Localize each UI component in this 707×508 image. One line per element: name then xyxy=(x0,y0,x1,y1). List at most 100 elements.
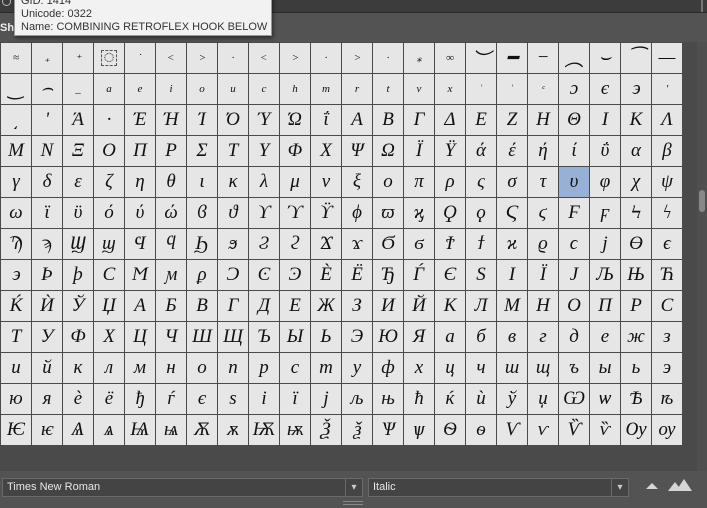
glyph-cell[interactable]: ∞ xyxy=(435,43,465,73)
glyph-cell[interactable]: р xyxy=(249,353,279,383)
glyph-cell[interactable]: м xyxy=(125,353,155,383)
glyph-cell[interactable]: ˙ xyxy=(125,43,155,73)
glyph-cell[interactable]: И xyxy=(373,291,403,321)
glyph-cell[interactable]: ь xyxy=(621,353,651,383)
glyph-cell[interactable]: θ xyxy=(156,167,186,197)
glyph-cell[interactable]: т xyxy=(311,353,341,383)
glyph-cell[interactable]: ѕ xyxy=(218,384,248,414)
glyph-cell[interactable]: ѥ xyxy=(32,415,62,445)
glyph-cell[interactable]: ѭ xyxy=(280,415,310,445)
glyph-cell[interactable]: Ѵ xyxy=(497,415,527,445)
glyph-cell[interactable]: Ζ xyxy=(497,105,527,135)
glyph-cell[interactable]: ˃ xyxy=(280,43,310,73)
glyph-cell[interactable]: Ϸ xyxy=(32,260,62,290)
glyph-cell[interactable]: Ђ xyxy=(373,260,403,290)
glyph-cell[interactable]: Н xyxy=(528,291,558,321)
glyph-cell[interactable]: ϲ xyxy=(559,229,589,259)
glyph-cell[interactable]: в xyxy=(497,322,527,352)
glyph-cell[interactable]: Ю xyxy=(373,322,403,352)
glyph-cell[interactable]: Ы xyxy=(280,322,310,352)
glyph-cell[interactable]: ϑ xyxy=(218,198,248,228)
glyph-cell[interactable]: ˂ xyxy=(249,43,279,73)
glyph-cell[interactable]: Λ xyxy=(652,105,682,135)
glyph-cell[interactable]: л xyxy=(94,353,124,383)
glyph-cell[interactable]: ъ xyxy=(559,353,589,383)
glyph-cell[interactable]: Ͼ xyxy=(249,260,279,290)
glyph-cell[interactable]: ѧ xyxy=(94,415,124,445)
glyph-cell[interactable]: ϭ xyxy=(404,229,434,259)
glyph-cell[interactable]: Ў xyxy=(63,291,93,321)
glyph-cell[interactable]: Ѹ xyxy=(621,415,651,445)
glyph-cell[interactable]: г xyxy=(528,322,558,352)
glyph-cell[interactable]: ˃ xyxy=(187,43,217,73)
glyph-cell[interactable]: Щ xyxy=(218,322,248,352)
glyph-cell[interactable]: Р xyxy=(621,291,651,321)
glyph-cell[interactable]: ϥ xyxy=(156,229,186,259)
glyph-cell[interactable]: − xyxy=(528,43,558,73)
glyph-cell[interactable]: · xyxy=(94,105,124,135)
glyph-cell[interactable]: и xyxy=(1,353,31,383)
glyph-cell[interactable]: О xyxy=(559,291,589,321)
glyph-cell[interactable]: Ͻ xyxy=(218,260,248,290)
glyph-cell[interactable]: Ї xyxy=(528,260,558,290)
glyph-cell[interactable]: Ϊ xyxy=(404,136,434,166)
glyph-cell[interactable]: Ц xyxy=(125,322,155,352)
glyph-cell[interactable]: ϓ xyxy=(280,198,310,228)
glyph-cell[interactable]: Μ xyxy=(1,136,31,166)
font-style-select[interactable]: Italic ▾ xyxy=(368,478,629,497)
glyph-cell[interactable]: Ί xyxy=(187,105,217,135)
glyph-cell[interactable]: χ xyxy=(621,167,651,197)
glyph-cell[interactable]: Џ xyxy=(94,291,124,321)
glyph-cell[interactable]: v xyxy=(404,74,434,104)
glyph-cell[interactable]: Ύ xyxy=(249,105,279,135)
glyph-cell[interactable]: Ѫ xyxy=(187,415,217,445)
glyph-cell[interactable]: Ι xyxy=(590,105,620,135)
glyph-cell[interactable]: щ xyxy=(528,353,558,383)
glyph-cell[interactable]: u xyxy=(218,74,248,104)
glyph-cell[interactable]: Ν xyxy=(32,136,62,166)
glyph-cell[interactable]: і xyxy=(249,384,279,414)
glyph-cell[interactable]: ϵ xyxy=(652,229,682,259)
glyph-cell[interactable]: Ш xyxy=(187,322,217,352)
glyph-cell[interactable]: Ϧ xyxy=(187,229,217,259)
glyph-cell[interactable]: a xyxy=(94,74,124,104)
glyph-cell[interactable]: κ xyxy=(218,167,248,197)
glyph-cell[interactable]: П xyxy=(590,291,620,321)
glyph-cell[interactable]: Χ xyxy=(311,136,341,166)
glyph-cell[interactable]: ϝ xyxy=(590,198,620,228)
glyph-cell[interactable]: ⁎ xyxy=(404,43,434,73)
glyph-cell[interactable]: Л xyxy=(466,291,496,321)
glyph-cell[interactable]: Ϝ xyxy=(559,198,589,228)
glyph-cell[interactable]: t xyxy=(373,74,403,104)
glyph-cell[interactable]: К xyxy=(435,291,465,321)
glyph-cell[interactable]: Σ xyxy=(187,136,217,166)
glyph-cell[interactable]: Ο xyxy=(94,136,124,166)
glyph-cell[interactable]: ј xyxy=(311,384,341,414)
glyph-cell[interactable]: Ѥ xyxy=(1,415,31,445)
glyph-cell[interactable]: Ѱ xyxy=(373,415,403,445)
glyph-cell[interactable]: Ќ xyxy=(1,291,31,321)
glyph-cell[interactable]: Ѷ xyxy=(559,415,589,445)
glyph-cell[interactable]: ѵ xyxy=(528,415,558,445)
glyph-cell[interactable]: ʾ xyxy=(466,74,496,104)
glyph-cell[interactable]: Α xyxy=(342,105,372,135)
glyph-cell[interactable]: Ж xyxy=(311,291,341,321)
glyph-cell[interactable]: ϧ xyxy=(218,229,248,259)
glyph-cell[interactable]: ϶ xyxy=(621,74,651,104)
glyph-cell[interactable]: ы xyxy=(590,353,620,383)
glyph-cell[interactable]: ѱ xyxy=(404,415,434,445)
glyph-cell[interactable]: ‿ xyxy=(1,74,31,104)
glyph-cell[interactable]: λ xyxy=(249,167,279,197)
glyph-cell[interactable]: ₊ xyxy=(32,43,62,73)
glyph-cell[interactable]: У xyxy=(32,322,62,352)
glyph-cell[interactable]: ύ xyxy=(125,198,155,228)
glyph-cell[interactable]: ц xyxy=(435,353,465,383)
glyph-cell[interactable]: τ xyxy=(528,167,558,197)
glyph-cell[interactable]: _ xyxy=(63,74,93,104)
glyph-cell[interactable]: Π xyxy=(125,136,155,166)
glyph-cell[interactable]: ν xyxy=(311,167,341,197)
glyph-cell[interactable]: Ϋ xyxy=(435,136,465,166)
glyph-cell[interactable]: ρ xyxy=(435,167,465,197)
glyph-cell[interactable]: υ xyxy=(559,167,589,197)
glyph-cell[interactable]: ч xyxy=(466,353,496,383)
